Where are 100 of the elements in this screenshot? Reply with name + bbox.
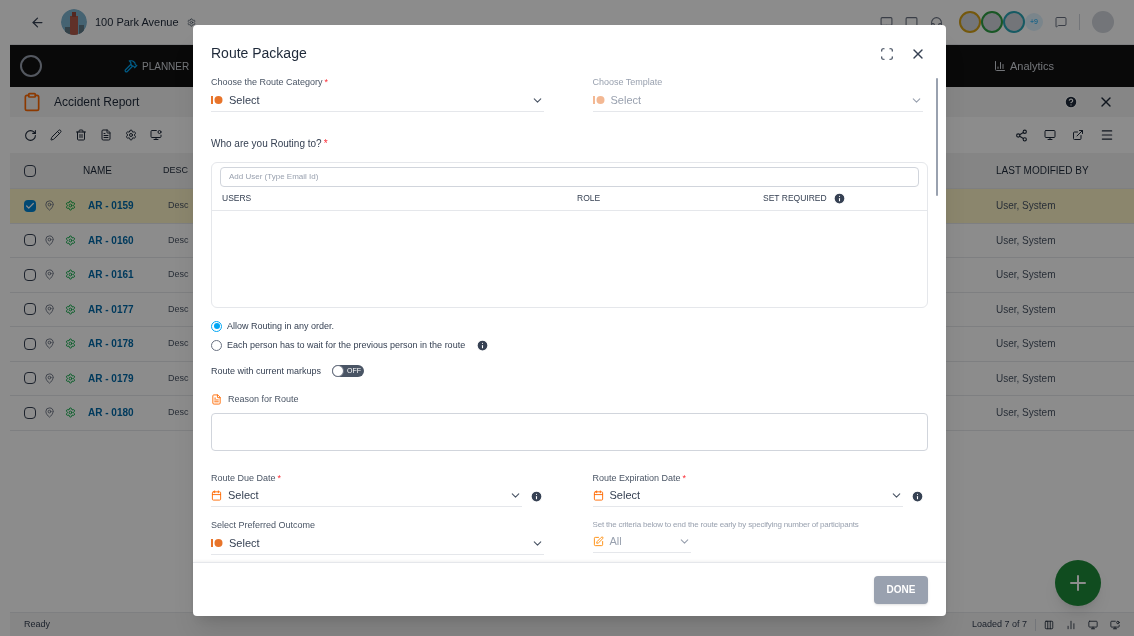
table-cell-text: Desc	[168, 268, 189, 281]
trash-icon[interactable]	[75, 129, 87, 141]
status-text: Ready	[24, 617, 50, 631]
table-cell-text: User, System	[996, 233, 1057, 248]
row-checkbox[interactable]	[24, 234, 36, 247]
clipboard-icon	[22, 92, 42, 112]
status-icon	[592, 94, 605, 106]
column-header: SET REQUIRED	[763, 191, 827, 205]
radio-label: Allow Routing in any order.	[227, 319, 335, 333]
pin-icon[interactable]	[44, 269, 55, 281]
column-header: LAST MODIFIED BY	[996, 164, 1090, 178]
info-icon	[911, 489, 924, 503]
select-field[interactable]: Select	[609, 487, 884, 504]
reason-field[interactable]	[211, 412, 928, 451]
field-label: Who are you Routing to? *	[211, 137, 328, 149]
pin-icon[interactable]	[44, 407, 55, 419]
row-checkbox[interactable]	[24, 337, 36, 350]
calendar-icon	[211, 490, 222, 501]
comment-icon[interactable]	[1055, 16, 1067, 28]
refresh-icon[interactable]	[24, 128, 37, 142]
pin-icon[interactable]	[44, 200, 55, 212]
table-cell-text: Desc	[168, 337, 189, 350]
bar-chart-icon	[993, 60, 1006, 72]
select-field[interactable]: Select	[229, 91, 525, 109]
table-cell-text: User, System	[996, 302, 1057, 317]
toggle-label: Route with current markups	[211, 364, 322, 378]
document-icon	[211, 394, 222, 406]
monitor-icon[interactable]	[1044, 129, 1056, 141]
table-cell-text: User, System	[996, 337, 1057, 352]
radio-label: Each person has to wait for the previous person in the route	[227, 339, 466, 352]
fullscreen-icon[interactable]	[880, 46, 894, 61]
record-link[interactable]: AR - 0160	[88, 232, 168, 248]
table-cell-text: User, System	[996, 371, 1057, 386]
app-logo-icon[interactable]	[20, 55, 42, 77]
column-header: DESC	[163, 163, 188, 177]
info-icon	[832, 191, 846, 205]
pin-icon[interactable]	[44, 338, 55, 350]
bar-chart-icon[interactable]	[1066, 619, 1076, 630]
row-checkbox[interactable]	[24, 372, 36, 385]
edit-icon	[592, 536, 604, 547]
status-text: Loaded 7 of 7	[971, 617, 1027, 631]
record-link[interactable]: AR - 0161	[88, 267, 168, 283]
pin-icon[interactable]	[44, 372, 55, 384]
field-label: Route Expiration Date *	[592, 471, 688, 485]
add-user-field[interactable]: Add User (Type Email Id)	[220, 166, 919, 187]
back-icon[interactable]	[30, 14, 45, 30]
share-icon[interactable]	[1015, 128, 1028, 142]
record-link[interactable]: AR - 0159	[88, 198, 168, 214]
menu-icon[interactable]	[1100, 128, 1114, 142]
record-link[interactable]: AR - 0179	[88, 370, 168, 386]
display-icon[interactable]	[1110, 619, 1120, 630]
field-label: Select Preferred Outcome	[211, 519, 317, 532]
display-icon[interactable]	[150, 129, 162, 141]
record-link[interactable]: AR - 0178	[88, 336, 168, 352]
column-header: NAME	[83, 164, 113, 178]
hammer-icon	[124, 59, 138, 73]
info-icon	[476, 339, 490, 353]
row-checkbox[interactable]	[24, 406, 36, 419]
calendar-icon	[592, 490, 604, 501]
table-cell-text: User, System	[996, 199, 1057, 214]
project-name[interactable]: 100 Park Avenue	[95, 13, 179, 31]
checkbox[interactable]	[24, 164, 36, 177]
column-header: ROLE	[577, 191, 602, 205]
pin-icon[interactable]	[44, 303, 55, 315]
table-cell: Desc	[168, 233, 189, 247]
row-checkbox[interactable]	[24, 268, 36, 281]
table-cell-text: Desc	[168, 199, 189, 212]
columns-icon[interactable]	[1044, 619, 1054, 630]
gear-icon[interactable]	[125, 129, 137, 141]
required-mark: *	[277, 472, 282, 483]
avatar[interactable]	[959, 11, 981, 33]
nav-tab[interactable]: Analytics	[1009, 57, 1054, 75]
gear-icon[interactable]	[186, 17, 196, 27]
info-icon	[529, 489, 543, 503]
help-icon[interactable]	[1064, 95, 1078, 109]
field-label: Choose Template	[592, 76, 664, 89]
record-link[interactable]: AR - 0180	[88, 405, 168, 421]
select-field[interactable]: Select	[229, 534, 525, 552]
required-mark: *	[323, 137, 328, 149]
status-icon	[211, 94, 223, 106]
field-label: Route Due Date *	[211, 471, 283, 485]
status-icon	[211, 537, 223, 549]
table-cell: Desc	[168, 371, 189, 385]
field-label: Set the criteria below to end the route early by specifying number of participants	[592, 519, 860, 531]
required-mark: *	[324, 77, 329, 87]
record-link[interactable]: AR - 0177	[88, 301, 168, 317]
avatar[interactable]	[1003, 11, 1025, 33]
panel-title: Accident Report	[54, 94, 140, 111]
avatar[interactable]	[981, 11, 1003, 33]
pin-icon[interactable]	[44, 234, 55, 246]
row-checkbox[interactable]	[24, 199, 36, 212]
pencil-icon[interactable]	[50, 129, 62, 141]
select-field[interactable]: Select	[228, 487, 503, 504]
pdf-icon[interactable]	[100, 129, 112, 141]
nav-tab[interactable]: PLANNER	[142, 58, 190, 74]
external-link-icon[interactable]	[1072, 129, 1084, 141]
scrollbar[interactable]	[936, 78, 938, 196]
column-header: USERS	[221, 191, 253, 205]
table-cell-text: User, System	[996, 268, 1057, 283]
row-checkbox[interactable]	[24, 303, 36, 316]
